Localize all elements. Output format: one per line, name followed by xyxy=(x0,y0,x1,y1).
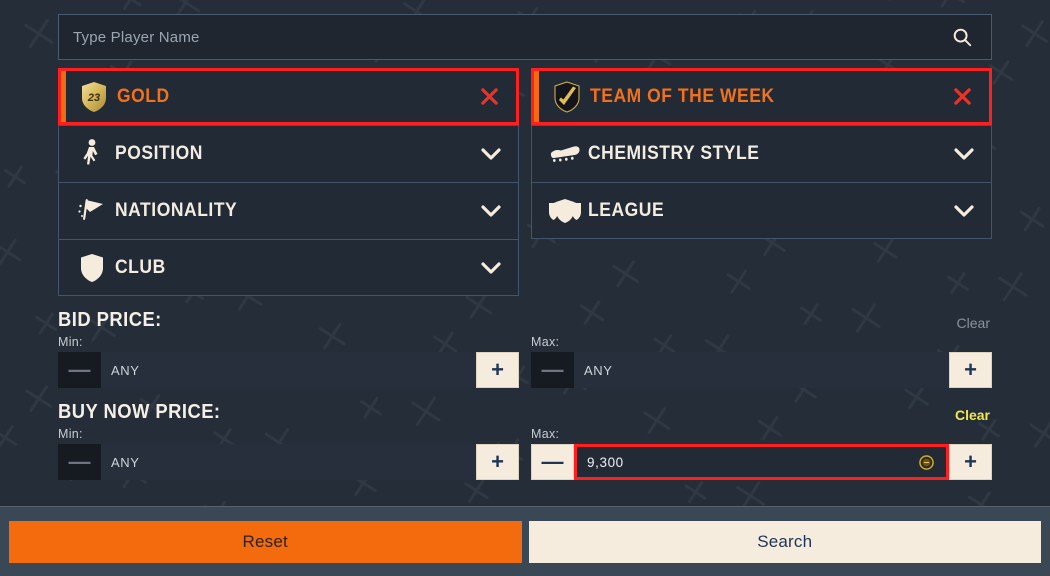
buy-now-price-rows: Min: — ANY + Max: — 9,300 + xyxy=(58,427,992,480)
bid-price-max-label: Max: xyxy=(531,335,560,349)
filter-label-gold: GOLD xyxy=(117,85,170,107)
buy-now-price-min-value: ANY xyxy=(111,454,140,470)
filter-row-gold[interactable]: 23 GOLD xyxy=(58,68,519,125)
bid-price-heading: BID PRICE: xyxy=(58,309,162,331)
bid-price-max-stepper: — ANY + xyxy=(531,352,992,388)
buy-now-price-min-decrement-button[interactable]: — xyxy=(58,444,101,480)
bid-price-rows: Min: — ANY + Max: — ANY + xyxy=(58,335,992,388)
coin-icon xyxy=(919,454,934,470)
buy-now-price-clear-link[interactable]: Clear xyxy=(955,407,990,426)
buy-now-price-max-increment-button[interactable]: + xyxy=(949,444,992,480)
chevron-down-icon-position[interactable] xyxy=(478,147,504,161)
filter-row-league[interactable]: LEAGUE xyxy=(531,182,992,239)
bid-price-max-value: ANY xyxy=(584,362,613,378)
buy-now-price-max-value: 9,300 xyxy=(587,454,624,470)
filter-row-chemistry-style[interactable]: CHEMISTRY STYLE xyxy=(531,125,992,182)
filter-label-team-of-the-week: TEAM OF THE WEEK xyxy=(590,85,775,107)
buy-now-price-heading: BUY NOW PRICE: xyxy=(58,401,221,423)
buy-now-price-max-stepper: — 9,300 + xyxy=(531,444,992,480)
buy-now-price-max-label: Max: xyxy=(531,427,560,441)
search-input[interactable]: Type Player Name xyxy=(73,29,947,46)
buy-now-price-min-group: Min: — ANY + xyxy=(58,427,519,480)
filter-row-position[interactable]: POSITION xyxy=(58,125,519,182)
filter-row-club[interactable]: CLUB xyxy=(58,239,519,296)
bid-price-min-increment-button[interactable]: + xyxy=(476,352,519,388)
bid-price-min-value: ANY xyxy=(111,362,140,378)
buy-now-price-min-field[interactable]: ANY xyxy=(101,444,476,480)
filter-label-position: POSITION xyxy=(115,143,203,164)
bid-price-min-group: Min: — ANY + xyxy=(58,335,519,388)
x-icon-gold[interactable] xyxy=(476,87,502,106)
svg-text:23: 23 xyxy=(87,92,100,104)
chevron-down-icon-league[interactable] xyxy=(951,204,977,218)
filter-row-nationality[interactable]: NATIONALITY xyxy=(58,182,519,239)
buy-now-price-max-decrement-button[interactable]: — xyxy=(531,444,574,480)
bid-price-clear-link[interactable]: Clear xyxy=(957,315,990,334)
filter-grid: 23 GOLD POSITION NATIONALITY CLUB TEAM O… xyxy=(58,68,992,296)
bid-price-max-increment-button[interactable]: + xyxy=(949,352,992,388)
bid-price-max-field[interactable]: ANY xyxy=(574,352,949,388)
bid-price-max-group: Max: — ANY + xyxy=(531,335,992,388)
filter-label-nationality: NATIONALITY xyxy=(115,200,238,221)
buy-now-price-section: BUY NOW PRICE: Clear Min: — ANY + Max: —… xyxy=(58,401,992,480)
buy-now-price-min-stepper: — ANY + xyxy=(58,444,519,480)
boot-icon xyxy=(542,143,588,165)
x-icon-team-of-the-week[interactable] xyxy=(949,87,975,106)
bid-price-min-label: Min: xyxy=(58,335,83,349)
buy-now-price-min-label: Min: xyxy=(58,427,83,441)
totw-shield-icon xyxy=(544,80,590,113)
reset-button[interactable]: Reset xyxy=(9,520,522,563)
action-footer: Reset Search xyxy=(0,506,1050,576)
flag-icon xyxy=(69,197,115,225)
chevron-down-icon-club[interactable] xyxy=(478,261,504,275)
filter-label-club: CLUB xyxy=(115,256,166,278)
player-name-search-bar[interactable]: Type Player Name xyxy=(58,14,992,60)
player-figure-icon xyxy=(69,138,115,170)
gold-shield-23-icon: 23 xyxy=(71,81,117,113)
bid-price-min-field[interactable]: ANY xyxy=(101,352,476,388)
filter-row-team-of-the-week[interactable]: TEAM OF THE WEEK xyxy=(531,68,992,125)
filter-column-right: TEAM OF THE WEEK CHEMISTRY STYLE LEAGUE xyxy=(531,68,992,296)
search-button[interactable]: Search xyxy=(528,520,1041,563)
buy-now-price-max-group: Max: — 9,300 + xyxy=(531,427,992,480)
transfer-market-search-panel: Type Player Name 23 GOLD POSITION NATION… xyxy=(0,0,1050,576)
search-icon[interactable] xyxy=(947,22,977,52)
bid-price-heading-row: BID PRICE: Clear xyxy=(58,309,992,334)
filters-content: Type Player Name 23 GOLD POSITION NATION… xyxy=(0,0,1050,506)
filter-label-league: LEAGUE xyxy=(588,199,665,221)
bid-price-min-stepper: — ANY + xyxy=(58,352,519,388)
filter-label-chemistry-style: CHEMISTRY STYLE xyxy=(588,143,760,164)
club-shield-icon xyxy=(69,253,115,283)
filter-column-left: 23 GOLD POSITION NATIONALITY CLUB xyxy=(58,68,519,296)
buy-now-price-max-field[interactable]: 9,300 xyxy=(574,444,949,480)
chevron-down-icon-nationality[interactable] xyxy=(478,204,504,218)
bid-price-section: BID PRICE: Clear Min: — ANY + Max: — ANY… xyxy=(58,309,992,388)
league-shields-icon xyxy=(542,197,588,225)
buy-now-price-min-increment-button[interactable]: + xyxy=(476,444,519,480)
buy-now-price-heading-row: BUY NOW PRICE: Clear xyxy=(58,401,992,426)
bid-price-min-decrement-button[interactable]: — xyxy=(58,352,101,388)
chevron-down-icon-chemistry-style[interactable] xyxy=(951,147,977,161)
bid-price-max-decrement-button[interactable]: — xyxy=(531,352,574,388)
